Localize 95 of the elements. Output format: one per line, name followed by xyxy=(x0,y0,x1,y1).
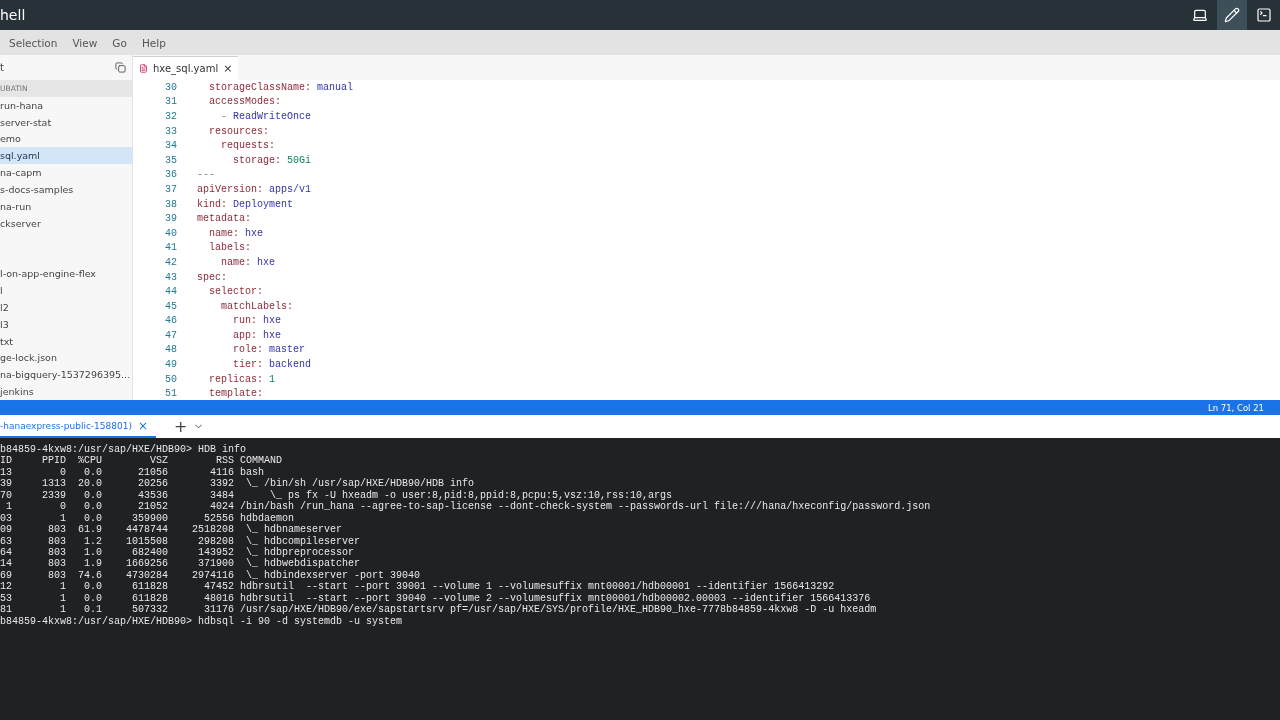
line-number: 47 xyxy=(164,329,177,341)
code-line: name: hxe xyxy=(220,256,276,268)
menu-item[interactable]: Help xyxy=(141,36,166,49)
terminal-line: 63 803 1.2 1015508 298208 \_ hdbcompileserver xyxy=(0,535,362,547)
code-line: spec: xyxy=(197,271,227,283)
close-icon[interactable]: × xyxy=(223,62,233,75)
line-number: 35 xyxy=(164,154,177,166)
code-line: selector: xyxy=(208,286,263,298)
code-line: run: hxe xyxy=(232,315,282,327)
line-number: 43 xyxy=(164,271,177,283)
file-item[interactable]: na-capm xyxy=(0,164,132,181)
file-item[interactable]: s-docs-samples xyxy=(0,181,132,198)
file-item[interactable]: l-on-app-engine-flex xyxy=(0,265,132,283)
cursor-position: Ln 71, Col 21 xyxy=(1207,402,1264,413)
code-line: name: hxe xyxy=(208,227,264,239)
menu-item[interactable]: Selection xyxy=(9,36,58,49)
terminal-line: b84859-4kxw8:/usr/sap/HXE/HDB90> hdbsql -i 90 -d systemdb -u system xyxy=(0,615,404,627)
code-line: tier: backend xyxy=(232,359,312,371)
tab-label: hxe_sql.yaml xyxy=(153,63,219,74)
line-number: 33 xyxy=(164,125,177,137)
file-item[interactable]: ge-lock.json xyxy=(0,349,132,367)
menu-item[interactable]: View xyxy=(72,36,98,49)
line-number: 36 xyxy=(164,169,177,181)
terminal-line: 53 1 0.0 611828 48016 hdbrsutil --start --port 39040 --volume 2 --volumesuffix mnt00001/hdb00002.00003 --identifier 1566413376 xyxy=(0,592,872,604)
terminal-line: 39 1313 20.0 20256 3392 \_ /bin/sh /usr/sap/HXE/HDB90/HDB info xyxy=(0,478,476,490)
code-line: role: master xyxy=(232,344,306,356)
terminal-line: b84859-4kxw8:/usr/sap/HXE/HDB90> HDB info xyxy=(0,444,248,456)
file-item[interactable]: server-stat xyxy=(0,113,132,131)
terminal-line: 03 1 0.0 359900 52556 hdbdaemon xyxy=(0,512,296,524)
terminal-icon xyxy=(1256,7,1272,23)
close-icon[interactable]: × xyxy=(137,418,149,433)
code-line: matchLabels: xyxy=(220,300,293,312)
sidebar-title: t xyxy=(0,61,4,73)
laptop-icon xyxy=(1192,7,1208,23)
terminal-line: 81 1 0.1 507332 31176 /usr/sap/HXE/HDB90/exe/sapstartsrv pf=/usr/sap/HXE/SYS/profile/HXE_HDB90_hxe-7778b84859-4kxw8 -D -u hxeadm xyxy=(0,604,878,616)
terminal-line: 14 803 1.9 1669256 371900 \_ hdbwebdispatcher xyxy=(0,558,362,570)
file-item[interactable]: l2 xyxy=(0,298,132,316)
line-number: 32 xyxy=(164,111,177,122)
code-line: labels: xyxy=(208,242,251,254)
code-line: template: xyxy=(208,388,263,400)
line-number: 51 xyxy=(164,388,177,400)
code-line: storage: 50Gi xyxy=(232,154,312,166)
line-number: 37 xyxy=(164,183,177,195)
file-item[interactable]: na-run xyxy=(0,197,132,215)
line-number: 40 xyxy=(164,227,177,239)
tab-label: -hanaexpress-public-158801) xyxy=(0,420,132,431)
terminal-line: ID PPID %CPU VSZ RSS COMMAND xyxy=(0,455,284,467)
code-line: replicas: 1 xyxy=(208,373,276,385)
line-number: 44 xyxy=(164,286,177,298)
terminal-line: 64 803 1.0 682400 143952 \_ hdbpreprocessor xyxy=(0,546,355,559)
code-line: metadata: xyxy=(197,213,251,225)
window-title: hell xyxy=(0,6,27,25)
file-item[interactable]: jenkins xyxy=(0,383,132,400)
toolbar-button[interactable] xyxy=(1217,0,1247,30)
add-tab-button[interactable]: + xyxy=(174,417,188,436)
terminal-line: 09 803 61.9 4478744 2518208 \_ hdbnameserver xyxy=(0,524,344,536)
file-item[interactable]: l xyxy=(0,282,132,299)
terminal-line: 70 2339 0.0 43536 3484 \_ ps fx -U hxeadm -o user:8,pid:8,ppid:8,pcpu:5,vsz:10,rss:10,args xyxy=(0,489,674,501)
file-item[interactable]: ckserver xyxy=(0,214,132,232)
collapse-icon[interactable] xyxy=(115,61,126,73)
file-icon xyxy=(139,64,148,73)
file-item[interactable]: sql.yaml xyxy=(0,147,132,165)
line-number: 30 xyxy=(164,81,177,93)
line-number: 34 xyxy=(164,140,177,152)
editor-tab[interactable]: hxe_sql.yaml × xyxy=(133,56,239,80)
line-number: 48 xyxy=(164,344,177,356)
line-number: 45 xyxy=(164,300,177,312)
line-number: 50 xyxy=(164,373,177,385)
file-item[interactable]: l3 xyxy=(0,315,132,333)
code-line: accessModes: xyxy=(208,96,281,108)
code-line: app: hxe xyxy=(232,329,282,341)
line-number: 31 xyxy=(164,96,177,108)
line-number: 46 xyxy=(164,315,177,327)
code-line: requests: xyxy=(220,140,275,152)
terminal-line: 12 1 0.0 611828 47452 hdbrsutil --start --port 39001 --volume 1 --volumesuffix mnt00001/hdb00001 --identifier 1566413292 xyxy=(0,581,836,593)
terminal-line: 13 0 0.0 21056 4116 bash xyxy=(0,466,266,478)
code-line: storageClassName: manual xyxy=(208,81,354,93)
file-item[interactable]: na-bigquery-1537296395... xyxy=(0,366,132,384)
pencil-icon xyxy=(1224,7,1240,23)
line-number: 38 xyxy=(164,198,177,210)
file-item[interactable]: run-hana xyxy=(0,96,132,114)
code-line: apiVersion: apps/v1 xyxy=(197,183,312,195)
code-line: --- xyxy=(197,169,215,181)
line-number: 42 xyxy=(164,256,177,268)
terminal-line: 1 0 0.0 21052 4024 /bin/bash /run_hana --agree-to-sap-license --dont-check-system --passwords-url file:///hana/hxeconfig/password.json xyxy=(5,501,932,513)
terminal-line: 69 803 74.6 4730284 2974116 \_ hdbindexserver -port 39040 xyxy=(0,569,422,581)
code-line: kind: Deployment xyxy=(197,198,294,210)
menu-item[interactable]: Go xyxy=(112,36,127,49)
file-item[interactable]: emo xyxy=(0,130,132,148)
line-number: 39 xyxy=(164,213,177,225)
line-number: 49 xyxy=(164,359,177,371)
file-item[interactable]: txt xyxy=(0,332,132,350)
code-line: resources: xyxy=(208,125,269,137)
code-line: - ReadWriteOnce xyxy=(220,111,312,122)
line-number: 41 xyxy=(164,242,177,254)
